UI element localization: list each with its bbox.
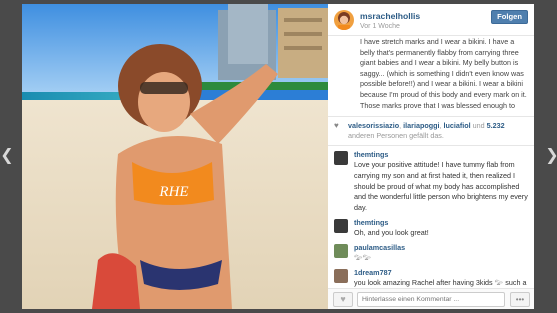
- comment-text: Oh, and you look great!: [354, 227, 429, 237]
- likes-suffix: anderen Personen gefällt das.: [348, 131, 444, 140]
- post-header: msrachelhollis Vor 1 Woche Folgen: [328, 4, 534, 36]
- comment-username[interactable]: themtings: [354, 218, 530, 228]
- post-photo: RHE: [22, 4, 328, 309]
- comment-item: themtings Oh, and you look great!: [328, 218, 534, 239]
- post-sidebar: msrachelhollis Vor 1 Woche Folgen I have…: [328, 4, 534, 309]
- comments-list[interactable]: themtings Love your positive attitude! I…: [328, 150, 534, 288]
- comment-text: Love your positive attitude! I have tumm…: [354, 160, 528, 213]
- post-username[interactable]: msrachelhollis: [360, 11, 420, 21]
- comment-footer: ♥ •••: [328, 288, 534, 309]
- post-modal: RHE msrachelhollis Vor 1 Woche Folgen I …: [22, 4, 534, 309]
- comment-avatar[interactable]: [334, 151, 348, 165]
- comment-avatar[interactable]: [334, 268, 348, 283]
- likes-connector: und: [470, 121, 487, 130]
- chevron-left-icon: ❮: [0, 145, 14, 164]
- post-caption: I have stretch marks and I wear a bikini…: [360, 37, 527, 112]
- next-post-arrow[interactable]: ❯: [545, 146, 557, 164]
- heart-icon: ♥: [340, 294, 346, 304]
- comment-username[interactable]: paulamcasillas: [354, 243, 530, 253]
- more-options-icon: •••: [515, 294, 525, 304]
- comment-text: you look amazing Rachel after having 3ki…: [354, 277, 527, 287]
- post-timestamp: Vor 1 Woche: [360, 23, 400, 30]
- comment-username[interactable]: themtings: [354, 150, 530, 160]
- liker-link[interactable]: valesorissiazio: [348, 121, 399, 130]
- likes-count[interactable]: 5.232: [487, 121, 505, 130]
- previous-post-arrow[interactable]: ❮: [0, 146, 14, 164]
- comment-input[interactable]: [357, 292, 505, 307]
- heart-icon: ♥: [334, 121, 339, 130]
- comment-text: 𓅰𓅰: [354, 252, 372, 262]
- comment-item: paulamcasillas 𓅰𓅰: [328, 243, 534, 264]
- comment-avatar[interactable]: [334, 218, 348, 233]
- liker-link[interactable]: luciafiol: [444, 121, 471, 130]
- follow-button[interactable]: Folgen: [491, 10, 528, 24]
- like-button[interactable]: ♥: [333, 292, 353, 307]
- comment-item: themtings Love your positive attitude! I…: [328, 150, 534, 214]
- chevron-right-icon: ❯: [545, 145, 557, 164]
- comment-avatar[interactable]: [334, 243, 348, 258]
- avatar[interactable]: [334, 10, 354, 30]
- liker-link[interactable]: ilariapoggi: [403, 121, 439, 130]
- more-options-button[interactable]: •••: [510, 292, 530, 307]
- comment-item: 1dream787 you look amazing Rachel after …: [328, 268, 534, 288]
- comment-username[interactable]: 1dream787: [354, 268, 530, 278]
- swimsuit-monogram: RHE: [158, 184, 188, 200]
- likes-summary: ♥ valesorissiazio, ilariapoggi, luciafio…: [328, 116, 534, 146]
